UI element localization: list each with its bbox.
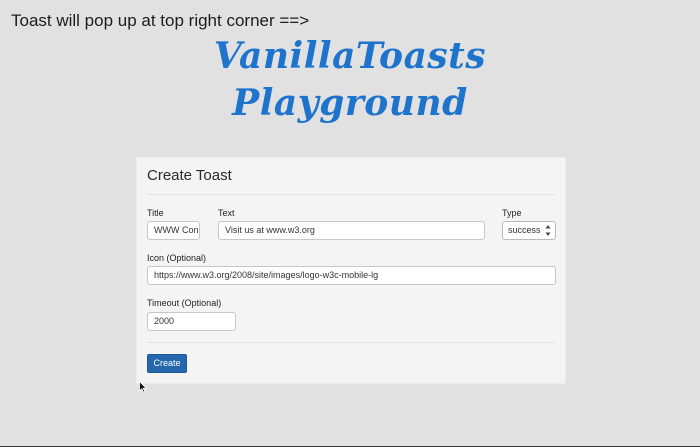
logo-line-1: VanillaToasts [213,35,487,77]
up-down-arrows-icon [545,225,551,236]
type-select-value: success [508,225,541,235]
type-select[interactable]: success [502,221,556,240]
timeout-input[interactable]: 2000 [147,312,236,331]
card-heading: Create Toast [147,167,232,184]
create-toast-card: Create Toast Title WWW Con Text Visit us… [136,157,566,384]
title-label: Title [147,208,164,218]
logo-title: VanillaToasts Playground [0,33,700,127]
title-input[interactable]: WWW Con [147,221,200,240]
icon-url-input[interactable]: https://www.w3.org/2008/site/images/logo… [147,266,556,285]
arrow-cursor-icon [139,381,147,393]
icon-label: Icon (Optional) [147,253,207,263]
logo-line-2: Playground [232,82,468,124]
timeout-label: Timeout (Optional) [147,298,222,308]
text-input[interactable]: Visit us at www.w3.org [218,221,485,240]
footer-divider [147,342,555,343]
type-label: Type [502,208,522,218]
hint-text: Toast will pop up at top right corner ==… [11,11,310,30]
create-button[interactable]: Create [147,354,187,373]
text-label: Text [218,208,235,218]
heading-divider [147,194,555,195]
